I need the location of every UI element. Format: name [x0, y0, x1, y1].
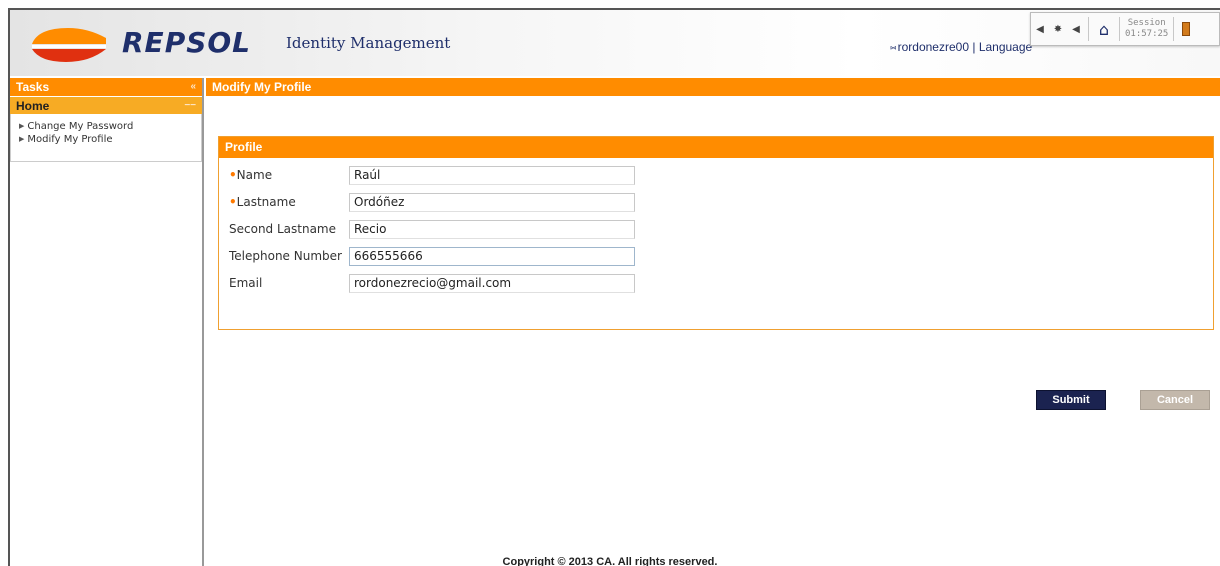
cancel-button[interactable]: Cancel — [1140, 390, 1210, 410]
user-icon: ⑅ — [890, 42, 897, 54]
bullet-icon: ▶ — [19, 122, 25, 130]
submit-button[interactable]: Submit — [1036, 390, 1106, 410]
name-label: •Name — [229, 168, 349, 182]
language-link[interactable]: Language — [979, 40, 1032, 54]
home-label: Home — [16, 99, 50, 113]
telephone-row: Telephone Number — [229, 246, 635, 266]
bullet-icon: ▶ — [19, 135, 25, 143]
main-content: Modify My Profile Profile •Name •Lastnam… — [206, 78, 1220, 566]
sidebar: Tasks « Home −− ▶ Change My Password ▶ Mod… — [10, 78, 204, 566]
arrow-right-icon[interactable]: ◀ — [1067, 17, 1085, 41]
page-title: Modify My Profile — [206, 78, 1220, 96]
sidebar-item-label: Change My Password — [27, 121, 134, 132]
sidebar-item-label: Modify My Profile — [27, 134, 113, 145]
minimize-icon[interactable]: −− — [184, 97, 196, 115]
profile-heading: Profile — [219, 137, 1213, 158]
footer-copyright: Copyright © 2013 CA. All rights reserved… — [502, 556, 718, 566]
name-label-text: Name — [236, 168, 273, 182]
sidebar-item-modify-profile[interactable]: ▶ Modify My Profile — [19, 133, 201, 146]
toolbar-divider — [1173, 17, 1175, 41]
arrow-left-icon[interactable]: ◀ — [1031, 17, 1049, 41]
session-time: 01:57:25 — [1125, 29, 1169, 39]
user-area: ⑅rordonezre00 | Language — [890, 40, 1032, 54]
home-section-header[interactable]: Home −− — [10, 96, 202, 114]
lastname-label-text: Lastname — [236, 195, 296, 209]
email-row: Email — [229, 273, 635, 293]
session-toolbar: ◀ ✸ ◀ ⌂ Session 01:57:25 — [1030, 12, 1220, 46]
required-marker: • — [229, 195, 237, 209]
tasks-label: Tasks — [16, 80, 50, 94]
email-label: Email — [229, 276, 263, 290]
second-lastname-row: Second Lastname — [229, 219, 635, 239]
sidebar-item-change-password[interactable]: ▶ Change My Password — [19, 120, 201, 133]
second-lastname-field[interactable] — [349, 219, 635, 239]
toolbar-divider — [1088, 17, 1089, 41]
app-window: REPSOL Identity Management ⑅rordonezre00… — [8, 8, 1220, 566]
name-field[interactable] — [349, 165, 635, 185]
profile-panel: Profile •Name •Lastname Second Lastname … — [218, 136, 1214, 330]
header: REPSOL Identity Management ⑅rordonezre00… — [10, 10, 1220, 76]
repsol-logo-icon — [32, 28, 106, 62]
telephone-label: Telephone Number — [229, 249, 342, 263]
home-icon[interactable]: ⌂ — [1092, 17, 1116, 41]
telephone-field[interactable] — [349, 246, 635, 266]
task-list: ▶ Change My Password ▶ Modify My Profile — [10, 114, 202, 162]
lastname-row: •Lastname — [229, 192, 635, 212]
name-row: •Name — [229, 165, 635, 185]
gear-icon[interactable]: ✸ — [1049, 17, 1067, 41]
header-separator: | — [972, 40, 976, 54]
required-marker: • — [229, 168, 237, 182]
second-lastname-label: Second Lastname — [229, 222, 337, 236]
session-label: Session — [1127, 18, 1166, 28]
email-field[interactable] — [349, 273, 635, 293]
user-name[interactable]: rordonezre00 — [898, 40, 969, 54]
tasks-header: Tasks « — [10, 78, 202, 96]
session-timer: Session 01:57:25 — [1123, 18, 1170, 40]
lastname-field[interactable] — [349, 192, 635, 212]
app-title: Identity Management — [286, 34, 451, 52]
toolbar-divider — [1119, 17, 1120, 41]
brand-name: REPSOL — [122, 26, 252, 59]
logout-icon[interactable] — [1177, 17, 1195, 41]
lastname-label: •Lastname — [229, 195, 349, 209]
collapse-icon[interactable]: « — [190, 78, 196, 96]
